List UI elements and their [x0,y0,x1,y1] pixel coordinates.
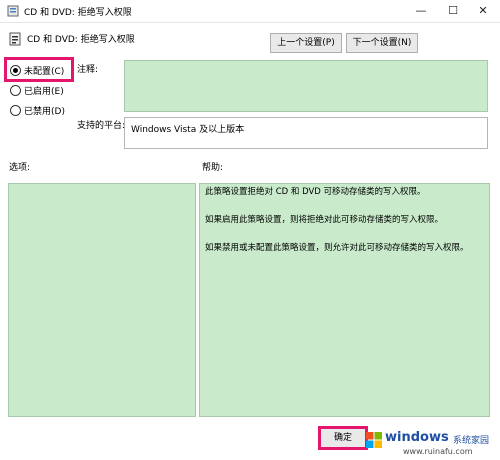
watermark-url: www.ruinafu.com [403,447,473,456]
policy-title: CD 和 DVD: 拒绝写入权限 [27,35,135,45]
watermark-cn: 系统家园 [453,436,490,446]
policy-app-icon [7,5,19,17]
close-button[interactable]: ✕ [468,0,498,22]
prev-setting-button[interactable]: 上一个设置(P) [270,33,342,53]
radio-label: 未配置(C) [24,67,65,77]
ok-button[interactable]: 确定 [318,426,368,450]
radio-dot [10,85,21,96]
radio-label: 已启用(E) [24,87,64,97]
windows-logo-icon [366,432,382,448]
next-setting-button[interactable]: 下一个设置(N) [346,33,418,53]
options-label: 选项: [9,163,31,173]
radio-dot-selected [10,65,21,76]
policy-setting-icon [9,32,21,46]
minimize-button[interactable]: — [406,0,436,22]
help-line: 如果启用此策略设置，则将拒绝对此可移动存储类的写入权限。 [205,215,444,225]
title-bar: CD 和 DVD: 拒绝写入权限 — ☐ ✕ [0,0,500,23]
radio-label: 已禁用(D) [24,107,65,117]
platform-field: Windows Vista 及以上版本 [124,117,488,149]
help-line: 此策略设置拒绝对 CD 和 DVD 可移动存储类的写入权限。 [205,187,426,197]
watermark-logo: windows 系统家园 www.ruinafu.com [363,428,497,458]
radio-dot [10,105,21,116]
help-line: 如果禁用或未配置此策略设置，则允许对此可移动存储类的写入权限。 [205,243,469,253]
platform-label: 支持的平台: [77,121,126,131]
watermark-text: windows [385,430,449,445]
maximize-button[interactable]: ☐ [438,0,468,22]
help-panel: 此策略设置拒绝对 CD 和 DVD 可移动存储类的写入权限。 如果启用此策略设置… [199,183,490,417]
comment-textarea[interactable] [124,60,488,112]
comment-label: 注释: [77,65,99,75]
window-title: CD 和 DVD: 拒绝写入权限 [24,8,132,18]
help-label: 帮助: [202,163,224,173]
options-panel [8,183,196,417]
